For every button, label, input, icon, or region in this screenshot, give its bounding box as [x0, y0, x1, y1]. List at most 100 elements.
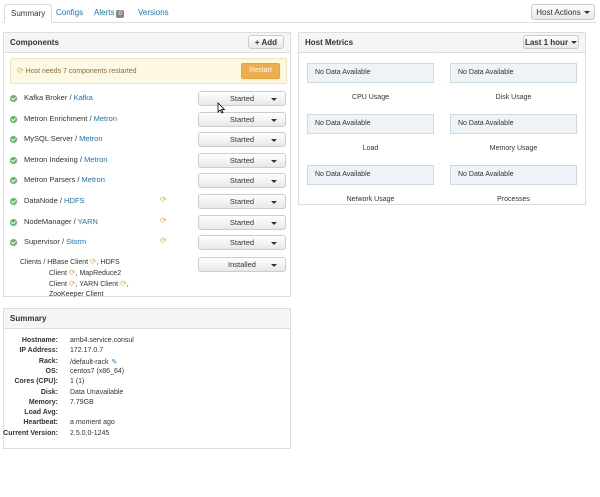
summary-value-wrap: 172.17.0.7 — [70, 347, 103, 354]
chevron-down-icon — [271, 264, 277, 267]
service-link[interactable]: HDFS — [64, 196, 84, 205]
component-label: DataNode — [24, 196, 58, 205]
host-metrics-panel: Host Metrics Last 1 hour No Data Availab… — [298, 32, 586, 205]
started-status-icon — [10, 198, 17, 205]
summary-row: Heartbeat: a moment ago — [4, 419, 284, 429]
summary-row: IP Address: 172.17.0.7 — [4, 347, 284, 357]
summary-row: Rack: /default-rack ✎ — [4, 358, 284, 368]
started-status-icon — [10, 95, 17, 102]
edit-pencil-icon[interactable]: ✎ — [112, 359, 118, 366]
components-header: Components + Add — [4, 33, 290, 53]
component-row: Metron Indexing / Metron Started — [10, 152, 288, 171]
summary-value-wrap: 1 (1) — [70, 378, 84, 385]
summary-panel: Summary Hostname: amb4.service.consul IP A… — [3, 308, 291, 449]
clients-text: , HDFS — [96, 259, 120, 266]
summary-key: Cores (CPU): — [14, 378, 58, 386]
clients-state-button[interactable]: Installed — [198, 257, 286, 272]
component-state-button[interactable]: Started — [198, 152, 286, 168]
component-name: Metron Parsers / Metron — [24, 175, 105, 184]
clients-prefix: Clients / HBase Client — [20, 259, 89, 266]
summary-value: /default-rack — [70, 358, 109, 366]
service-link[interactable]: Kafka — [74, 93, 93, 102]
component-label: MySQL Server — [24, 134, 73, 144]
summary-key: Current Version: — [3, 429, 58, 437]
refresh-icon: ⟳ — [120, 279, 127, 288]
tab-configs[interactable]: Configs — [50, 4, 89, 23]
clients-line-4: ZooKeeper Client — [20, 290, 200, 300]
chevron-down-icon — [271, 242, 277, 246]
summary-row: Current Version: 2.5.0.0-1245 — [3, 429, 284, 440]
component-state-button[interactable]: Started — [198, 235, 286, 251]
tab-alerts-label: Alerts — [94, 8, 115, 17]
component-name: DataNode / HDFS — [24, 196, 84, 205]
summary-value: amb4.service.consul — [70, 337, 134, 344]
host-actions-button[interactable]: Host Actions — [531, 4, 595, 20]
clients-text: , — [126, 281, 129, 288]
refresh-icon: ⟳ — [90, 257, 97, 266]
component-label: Metron Enrichment — [24, 113, 88, 123]
started-status-icon — [10, 136, 17, 144]
tab-versions[interactable]: Versions — [132, 4, 175, 23]
clients-line-1: Clients / HBase Client ⟳, HDFS — [20, 257, 200, 268]
summary-key: Disk: — [40, 388, 58, 396]
component-state-label: Started — [229, 176, 255, 186]
load-chart[interactable]: No Data Available — [307, 114, 434, 134]
summary-key: Load Avg: — [24, 409, 58, 417]
service-link[interactable]: Metron — [94, 114, 117, 123]
chevron-down-icon — [271, 139, 277, 143]
network-usage-chart[interactable]: No Data Available — [307, 165, 434, 185]
components-title: Components — [10, 38, 59, 47]
summary-value-wrap: a moment ago — [70, 419, 115, 426]
component-label: NodeManager — [24, 216, 72, 226]
summary-header: Summary — [4, 309, 290, 329]
summary-value-wrap: amb4.service.consul — [70, 337, 134, 344]
summary-key: Rack: — [38, 357, 58, 365]
cpu-usage-label: CPU Usage — [352, 94, 389, 101]
clients-text: Client — [49, 281, 67, 288]
component-state-button[interactable]: Started — [198, 173, 286, 189]
time-range-dropdown[interactable]: Last 1 hour — [523, 35, 579, 49]
summary-key: IP Address: — [19, 347, 58, 355]
restart-button[interactable]: Restart — [241, 63, 280, 79]
disk-usage-label: Disk Usage — [495, 94, 532, 101]
summary-row: Cores (CPU): 1 (1) — [4, 378, 284, 388]
service-link[interactable]: YARN — [78, 217, 98, 226]
component-state-button[interactable]: Started — [198, 111, 286, 127]
processes-chart[interactable]: No Data Available — [450, 165, 577, 185]
component-state-button[interactable]: Started — [198, 194, 286, 209]
disk-usage-chart[interactable]: No Data Available — [450, 63, 577, 83]
service-link[interactable]: Metron — [82, 175, 105, 184]
service-link[interactable]: Metron — [79, 134, 102, 143]
clients-text: ZooKeeper Client — [49, 291, 104, 298]
network-usage-label: Network Usage — [346, 196, 395, 203]
component-label: Kafka Broker — [24, 93, 68, 102]
component-label: Metron Parsers — [24, 175, 76, 185]
host-metrics-title: Host Metrics — [305, 38, 354, 47]
service-link[interactable]: Metron — [84, 155, 107, 164]
summary-row: Disk: Data Unavailable — [4, 389, 284, 399]
component-state-label: Started — [229, 197, 255, 206]
component-name: Kafka Broker / Kafka — [24, 93, 93, 102]
summary-value-wrap: centos7 (x86_64) — [70, 368, 124, 375]
service-link[interactable]: Storm — [66, 237, 86, 246]
summary-key: OS: — [45, 367, 58, 375]
component-state-button[interactable]: Started — [198, 214, 286, 230]
summary-row: Load Avg: — [4, 409, 284, 419]
component-state-label: Started — [229, 238, 255, 248]
tab-summary[interactable]: Summary — [4, 4, 53, 23]
chevron-down-icon — [271, 180, 277, 184]
component-row: Metron Enrichment / Metron Started — [10, 111, 288, 130]
components-panel: Components + Add ⟳ Host needs 7 componen… — [3, 32, 291, 300]
component-state-button[interactable]: Started — [198, 91, 286, 106]
mouse-cursor-icon — [217, 102, 226, 114]
component-state-button[interactable]: Started — [198, 132, 286, 148]
add-component-button[interactable]: + Add — [248, 35, 284, 49]
summary-row: Hostname: amb4.service.consul — [4, 337, 284, 347]
refresh-icon: ⟳ — [17, 66, 24, 75]
started-status-icon — [10, 218, 17, 226]
started-status-icon — [10, 156, 17, 164]
tab-alerts[interactable]: Alerts 0 — [88, 4, 130, 23]
memory-usage-chart[interactable]: No Data Available — [450, 114, 577, 134]
cpu-usage-chart[interactable]: No Data Available — [307, 63, 434, 83]
clients-line-2: Client ⟳, MapReduce2 — [20, 268, 200, 279]
